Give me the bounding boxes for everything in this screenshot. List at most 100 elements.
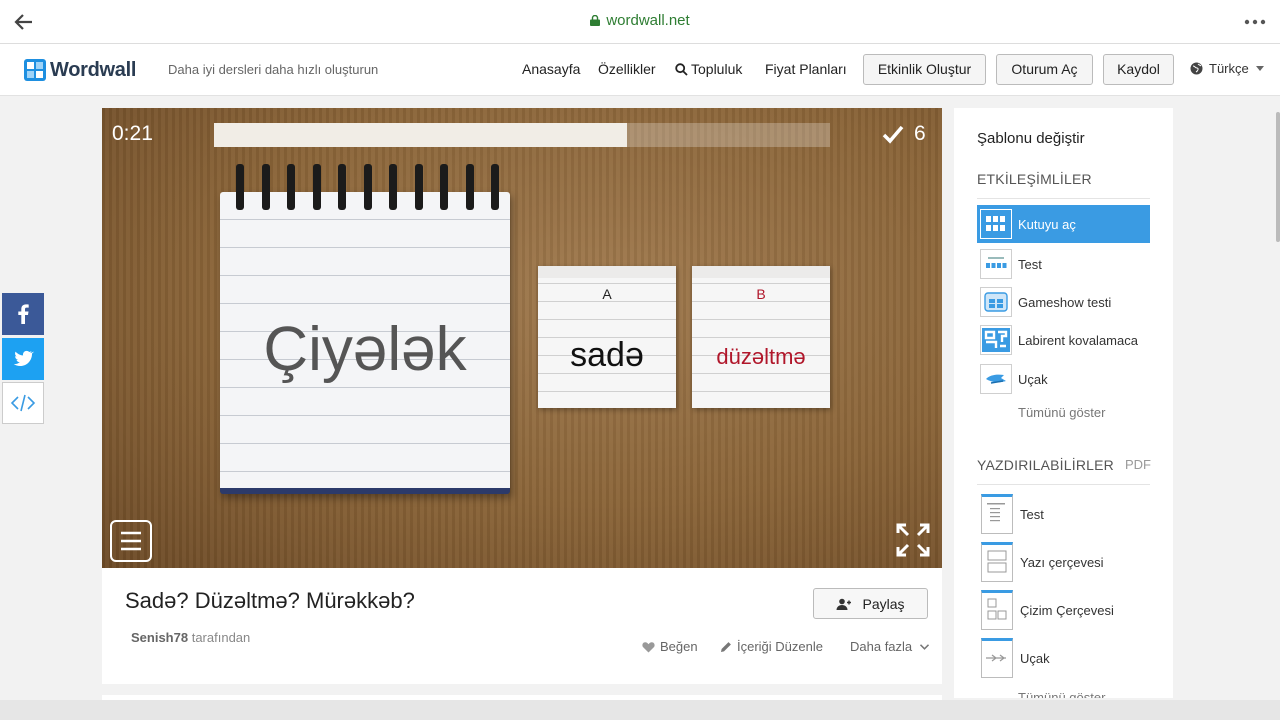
code-icon [10,394,36,412]
printable-label: Uçak [1020,650,1050,666]
nav-community-label: Topluluk [691,61,743,77]
notebook-spiral [440,164,448,210]
language-selector[interactable]: Türkçe [1190,61,1264,76]
interactive-heading: ETKİLEŞİMLİLER [977,171,1092,187]
twitter-share-button[interactable] [2,338,44,380]
chevron-down-icon [1255,66,1264,71]
url-text: wordwall.net [606,12,690,29]
tagline: Daha iyi dersleri daha hızlı oluşturun [168,62,379,77]
template-gameshow[interactable]: Gameshow testi [977,283,1150,321]
answer-card-b[interactable]: B düzəltmə [692,266,830,408]
template-label: Uçak [1018,371,1048,387]
activity-title: Sadə? Düzəltmə? Mürəkkəb? [125,588,415,613]
show-all-printables-link[interactable]: Tümünü göster [1018,690,1105,698]
facebook-share-button[interactable] [2,293,44,335]
nav-community[interactable]: Topluluk [675,61,742,77]
notebook-spiral [491,164,499,210]
printable-drawing-frame[interactable]: Çizim Çerçevesi [977,588,1114,632]
fullscreen-icon[interactable] [895,522,931,558]
printable-airplane[interactable]: Uçak [977,636,1050,680]
template-maze-chase[interactable]: Labirent kovalamaca [977,321,1150,359]
card-b-word: düzəltmə [716,344,806,369]
gameshow-icon [980,287,1012,317]
nav-pricing[interactable]: Fiyat Planları [765,61,847,77]
show-all-interactive-link[interactable]: Tümünü göster [1018,405,1105,420]
template-sidebar: Şablonu değiştir ETKİLEŞİMLİLER Kutuyu a… [954,108,1173,698]
author-name[interactable]: Senish78 [131,630,188,645]
template-label: Test [1018,256,1042,272]
printable-label: Yazı çerçevesi [1020,554,1104,570]
notebook-spiral [338,164,346,210]
quiz-icon [980,249,1012,279]
open-box-icon [980,209,1012,239]
more-button[interactable]: Daha fazla [850,639,930,654]
create-activity-button[interactable]: Etkinlik Oluştur [863,54,986,85]
divider [977,198,1150,199]
printable-label: Çizim Çerçevesi [1020,602,1114,618]
share-label: Paylaş [862,595,905,612]
game-canvas[interactable]: 0:21 6 Çiyələk A sadə B düzəltmə [102,108,942,568]
scrollbar[interactable] [1276,112,1280,242]
author-line: Senish78 tarafından [131,630,250,645]
lock-icon [590,15,601,26]
progress-fill [214,123,627,147]
author-suffix: tarafından [191,630,251,645]
chevron-down-icon [920,643,930,650]
printable-quiz[interactable]: Test [977,492,1044,536]
template-airplane[interactable]: Uçak [977,360,1150,398]
edit-content-button[interactable]: İçeriği Düzenle [720,639,823,654]
sidebar-title: Şablonu değiştir [977,130,1085,147]
drawing-frame-icon [981,590,1013,630]
card-torn-edge [538,266,676,278]
notebook-spiral [236,164,244,210]
wordwall-logo[interactable]: Wordwall [24,58,136,82]
printable-airplane-icon [981,638,1013,678]
printable-label: Test [1020,506,1044,522]
template-open-box[interactable]: Kutuyu aç [977,205,1150,243]
wordwall-logo-icon [24,59,46,81]
system-nav-bar [0,700,1280,720]
logo-text: Wordwall [50,58,137,81]
more-label: Daha fazla [850,639,913,654]
facebook-icon [18,304,29,324]
nav-features[interactable]: Özellikler [598,61,656,77]
register-button[interactable]: Kaydol [1103,54,1174,85]
site-header: Wordwall Daha iyi dersleri daha hızlı ol… [0,44,1280,96]
pdf-label: PDF [1125,457,1151,472]
template-label: Labirent kovalamaca [1018,332,1138,348]
hamburger-icon [121,531,141,551]
notebook-spiral [465,164,474,210]
card-a-letter: A [602,286,612,302]
template-label: Kutuyu aç [1018,216,1076,232]
printable-writing-frame[interactable]: Yazı çerçevesi [977,540,1104,584]
writing-frame-icon [981,542,1013,582]
like-label: Beğen [660,639,698,654]
search-icon [675,62,688,76]
share-button[interactable]: Paylaş [813,588,928,619]
checkmark-icon [882,125,904,144]
more-options-icon[interactable] [1244,13,1266,31]
question-word: Çiyələk [263,315,467,384]
maze-icon [980,325,1012,355]
embed-button[interactable] [2,382,44,424]
browser-toolbar: wordwall.net [0,0,1280,44]
timer: 0:21 [112,122,153,145]
address-bar[interactable]: wordwall.net [0,12,1280,29]
template-label: Gameshow testi [1018,294,1112,310]
card-b-letter: B [756,286,766,302]
notebook-spiral [312,164,321,210]
card-torn-edge [692,266,830,278]
template-quiz[interactable]: Test [977,245,1150,283]
notebook-spiral [287,164,295,210]
activity-info: Sadə? Düzəltmə? Mürəkkəb? Senish78 taraf… [102,568,942,684]
notebook-spiral [363,164,372,210]
nav-home[interactable]: Anasayfa [522,61,580,77]
globe-icon [1190,62,1203,75]
answer-card-a[interactable]: A sadə [538,266,676,408]
login-button[interactable]: Oturum Aç [996,54,1093,85]
like-button[interactable]: Beğen [642,639,698,654]
twitter-icon [13,350,34,366]
game-menu-button[interactable] [110,520,152,562]
divider [977,484,1150,485]
users-icon [836,598,852,610]
